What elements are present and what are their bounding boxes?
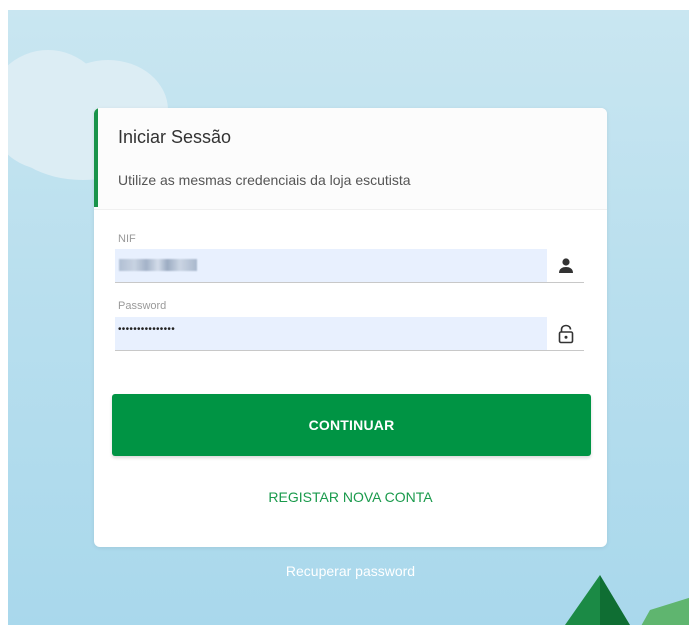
login-card: Iniciar Sessão Utilize as mesmas credenc…	[94, 108, 607, 547]
continue-button[interactable]: CONTINUAR	[112, 394, 591, 456]
recover-password-link[interactable]: Recuperar password	[94, 563, 607, 579]
nif-label: NIF	[118, 233, 136, 245]
nif-icon-box	[547, 249, 584, 283]
password-input[interactable]	[115, 317, 547, 351]
login-title: Iniciar Sessão	[118, 127, 232, 147]
lock-icon	[558, 324, 573, 343]
mountain-decoration	[565, 575, 689, 625]
password-icon-box	[547, 317, 584, 351]
password-masked-value: •••••••••••••••	[118, 324, 176, 335]
register-account-link[interactable]: REGISTAR NOVA CONTA	[94, 489, 607, 505]
accent-bar	[94, 108, 98, 207]
nif-obscured-value	[119, 259, 197, 271]
login-subtitle: Utilize as mesmas credenciais da loja es…	[118, 172, 411, 188]
password-label: Password	[118, 300, 167, 312]
person-icon	[558, 257, 573, 273]
card-header: Iniciar Sessão Utilize as mesmas credenc…	[94, 108, 607, 210]
